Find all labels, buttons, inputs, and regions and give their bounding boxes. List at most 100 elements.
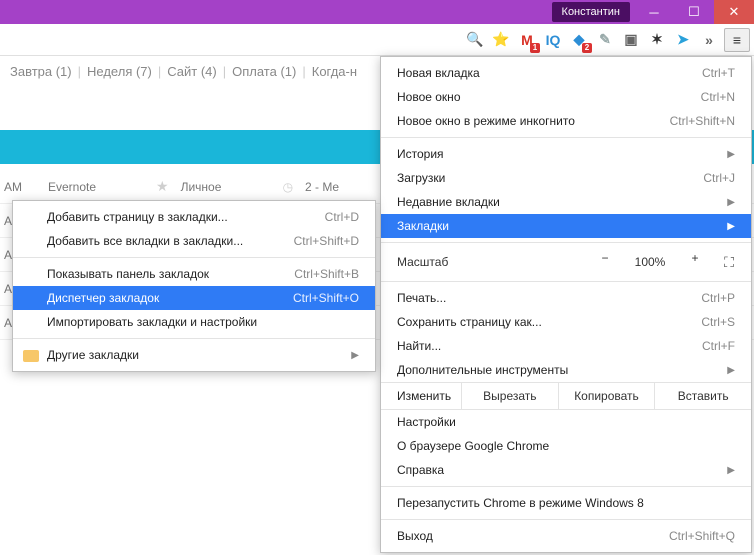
- task-due: 2 - Me: [305, 180, 339, 194]
- menu-label: Недавние вкладки: [397, 195, 500, 209]
- edit-paste-button[interactable]: Вставить: [654, 383, 751, 409]
- menu-label: Настройки: [397, 415, 456, 429]
- extension-diamond-icon[interactable]: ◆2: [568, 29, 590, 51]
- menu-print[interactable]: Печать... Ctrl+P: [381, 286, 751, 310]
- zoom-out-button[interactable]: −: [591, 251, 619, 273]
- submenu-add-all[interactable]: Добавить все вкладки в закладки... Ctrl+…: [13, 229, 375, 253]
- menu-label: Новая вкладка: [397, 66, 480, 80]
- window-maximize-button[interactable]: ☐: [674, 0, 714, 24]
- menu-exit[interactable]: Выход Ctrl+Shift+Q: [381, 524, 751, 548]
- shortcut: Ctrl+Shift+O: [293, 291, 359, 305]
- extension-evernote-icon[interactable]: ✶: [646, 29, 668, 51]
- menu-about[interactable]: О браузере Google Chrome: [381, 434, 751, 458]
- fullscreen-button[interactable]: ⛶: [717, 254, 741, 271]
- task-time: AM: [4, 180, 36, 194]
- submenu-label: Диспетчер закладок: [47, 291, 159, 305]
- tab-payment[interactable]: Оплата (1): [232, 64, 296, 82]
- menu-new-tab[interactable]: Новая вкладка Ctrl+T: [381, 61, 751, 85]
- menu-label: Изменить: [381, 383, 461, 409]
- extension-gmail-icon[interactable]: M1: [516, 29, 538, 51]
- submenu-label: Добавить все вкладки в закладки...: [47, 234, 243, 248]
- shortcut: Ctrl+T: [702, 66, 735, 80]
- menu-label: История: [397, 147, 444, 161]
- extension-star-icon[interactable]: ⭐: [490, 29, 512, 51]
- extension-note-icon[interactable]: ✎: [594, 29, 616, 51]
- badge: 1: [530, 43, 540, 53]
- menu-label: Найти...: [397, 339, 441, 353]
- separator: [381, 486, 751, 487]
- menu-downloads[interactable]: Загрузки Ctrl+J: [381, 166, 751, 190]
- menu-find[interactable]: Найти... Ctrl+F: [381, 334, 751, 358]
- separator: [381, 519, 751, 520]
- extension-telegram-icon[interactable]: ➤: [672, 29, 694, 51]
- zoom-value: 100%: [627, 255, 673, 269]
- edit-cut-button[interactable]: Вырезать: [461, 383, 558, 409]
- submenu-show-bar[interactable]: Показывать панель закладок Ctrl+Shift+B: [13, 262, 375, 286]
- zoom-in-button[interactable]: +: [681, 251, 709, 273]
- menu-save-as[interactable]: Сохранить страницу как... Ctrl+S: [381, 310, 751, 334]
- menu-label: Выход: [397, 529, 433, 543]
- menu-label: Дополнительные инструменты: [397, 363, 568, 377]
- tab-site[interactable]: Сайт (4): [167, 64, 216, 82]
- extension-square-icon[interactable]: ▣: [620, 29, 642, 51]
- shortcut: Ctrl+P: [701, 291, 735, 305]
- menu-edit-row: Изменить Вырезать Копировать Вставить: [381, 382, 751, 410]
- menu-new-incognito[interactable]: Новое окно в режиме инкогнито Ctrl+Shift…: [381, 109, 751, 133]
- main-menu-button[interactable]: ≡: [724, 28, 750, 52]
- menu-relaunch-win8[interactable]: Перезапустить Chrome в режиме Windows 8: [381, 491, 751, 515]
- submenu-bookmark-manager[interactable]: Диспетчер закладок Ctrl+Shift+O: [13, 286, 375, 310]
- shortcut: Ctrl+S: [701, 315, 735, 329]
- menu-bookmarks[interactable]: Закладки ▶: [381, 214, 751, 238]
- tab-someday[interactable]: Когда-н: [312, 64, 357, 82]
- submenu-label: Другие закладки: [47, 348, 139, 362]
- shortcut: Ctrl+N: [701, 90, 735, 104]
- separator: [13, 257, 375, 258]
- extension-more-icon[interactable]: »: [698, 29, 720, 51]
- menu-label: Загрузки: [397, 171, 445, 185]
- star-icon[interactable]: ★: [156, 178, 169, 195]
- badge: 2: [582, 43, 592, 53]
- chevron-right-icon: ▶: [727, 365, 735, 376]
- menu-label: Масштаб: [397, 255, 583, 269]
- hamburger-icon: ≡: [733, 32, 741, 48]
- submenu-other-bookmarks[interactable]: Другие закладки ▶: [13, 343, 375, 367]
- separator: [381, 137, 751, 138]
- chevron-right-icon: ▶: [727, 197, 735, 208]
- menu-settings[interactable]: Настройки: [381, 410, 751, 434]
- task-category: Личное: [181, 180, 271, 194]
- extension-iq-icon[interactable]: IQ: [542, 29, 564, 51]
- main-menu: Новая вкладка Ctrl+T Новое окно Ctrl+N Н…: [380, 56, 752, 553]
- shortcut: Ctrl+F: [702, 339, 735, 353]
- extension-magnify-icon[interactable]: 🔍: [464, 29, 486, 51]
- submenu-label: Импортировать закладки и настройки: [47, 315, 257, 329]
- task-app: Evernote: [48, 180, 144, 194]
- shortcut: Ctrl+J: [703, 171, 735, 185]
- menu-label: Справка: [397, 463, 444, 477]
- menu-history[interactable]: История ▶: [381, 142, 751, 166]
- edit-copy-button[interactable]: Копировать: [558, 383, 655, 409]
- menu-label: О браузере Google Chrome: [397, 439, 549, 453]
- menu-recent-tabs[interactable]: Недавние вкладки ▶: [381, 190, 751, 214]
- menu-help[interactable]: Справка ▶: [381, 458, 751, 482]
- toolbar: 🔍⭐M1IQ◆2✎▣✶➤» ≡: [0, 24, 754, 56]
- shortcut: Ctrl+Shift+D: [294, 234, 359, 248]
- tab-tomorrow[interactable]: Завтра (1): [10, 64, 72, 82]
- submenu-import[interactable]: Импортировать закладки и настройки: [13, 310, 375, 334]
- shortcut: Ctrl+D: [325, 210, 359, 224]
- submenu-label: Добавить страницу в закладки...: [47, 210, 228, 224]
- window-close-button[interactable]: ✕: [714, 0, 754, 24]
- menu-more-tools[interactable]: Дополнительные инструменты ▶: [381, 358, 751, 382]
- menu-zoom-row: Масштаб − 100% + ⛶: [381, 247, 751, 277]
- bookmarks-submenu: Добавить страницу в закладки... Ctrl+D Д…: [12, 200, 376, 372]
- menu-label: Новое окно в режиме инкогнито: [397, 114, 575, 128]
- chevron-right-icon: ▶: [727, 149, 735, 160]
- menu-label: Перезапустить Chrome в режиме Windows 8: [397, 496, 644, 510]
- menu-new-window[interactable]: Новое окно Ctrl+N: [381, 85, 751, 109]
- window-minimize-button[interactable]: ─: [634, 0, 674, 24]
- submenu-add-page[interactable]: Добавить страницу в закладки... Ctrl+D: [13, 205, 375, 229]
- menu-label: Закладки: [397, 219, 449, 233]
- user-profile-button[interactable]: Константин: [552, 2, 630, 22]
- menu-label: Печать...: [397, 291, 446, 305]
- tab-week[interactable]: Неделя (7): [87, 64, 152, 82]
- separator: [13, 338, 375, 339]
